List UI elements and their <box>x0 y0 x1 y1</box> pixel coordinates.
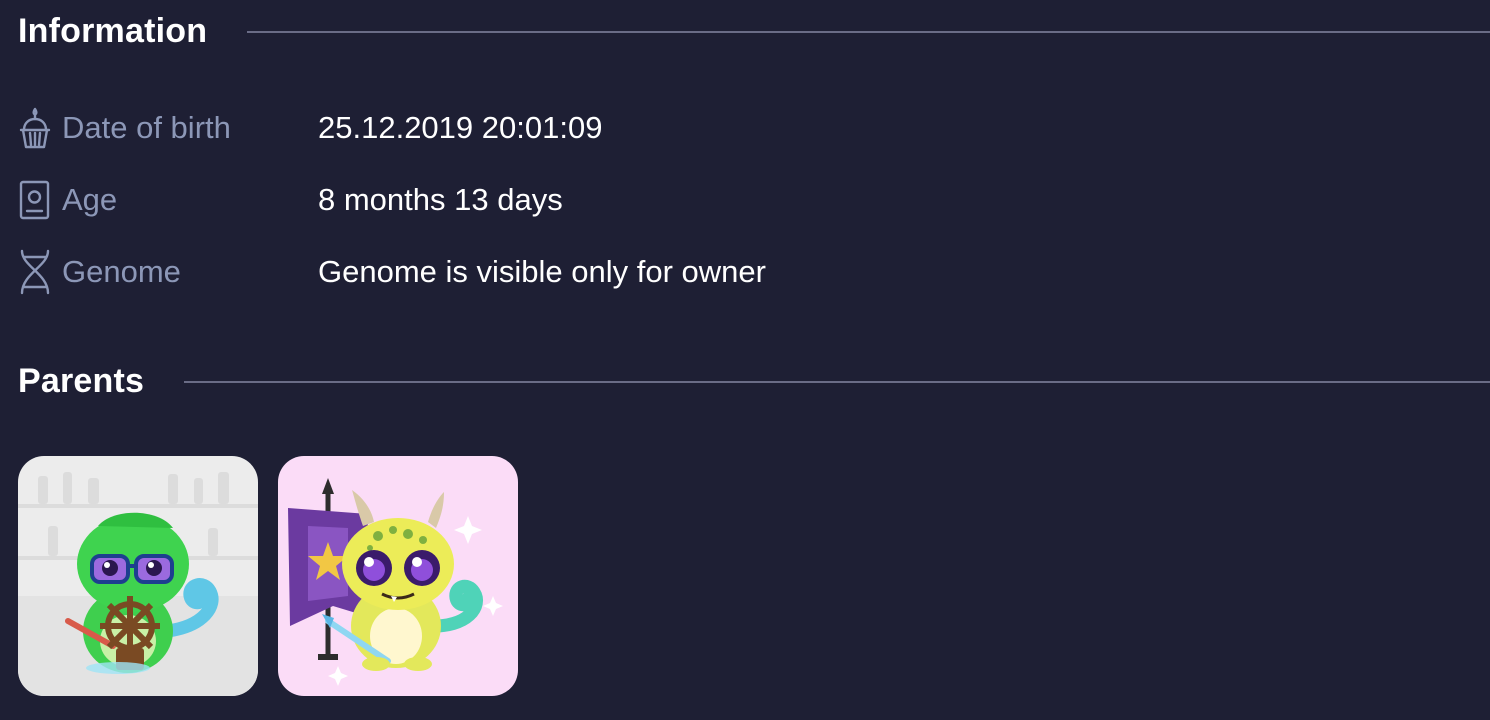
parents-list <box>18 456 518 696</box>
info-label: Genome <box>18 248 318 296</box>
parent-card-1[interactable] <box>18 456 258 696</box>
parent-card-2[interactable] <box>278 456 518 696</box>
parents-title: Parents <box>18 362 145 400</box>
age-value: 8 months 13 days <box>318 182 563 217</box>
info-label-text: Age <box>62 182 118 217</box>
info-row-genome: Genome Genome is visible only for owner <box>18 236 766 308</box>
information-section-header: Information <box>18 12 1490 51</box>
info-list: Date of birth 25.12.2019 20:01:09 Age 8 … <box>18 92 766 308</box>
info-row-date-of-birth: Date of birth 25.12.2019 20:01:09 <box>18 92 766 164</box>
info-row-age: Age 8 months 13 days <box>18 164 766 236</box>
chameleon-helm-avatar-icon <box>18 456 258 696</box>
genome-value: Genome is visible only for owner <box>318 254 766 289</box>
info-label: Date of birth <box>18 104 318 152</box>
page: Information Date of birth 25.12.2019 20:… <box>0 0 1490 720</box>
chameleon-banner-avatar-icon <box>278 456 518 696</box>
info-label: Age <box>18 176 318 224</box>
date-of-birth-value: 25.12.2019 20:01:09 <box>318 110 603 145</box>
section-divider <box>184 380 1490 383</box>
dna-icon <box>18 248 52 296</box>
info-label-text: Genome <box>62 254 181 289</box>
section-divider <box>247 30 1490 33</box>
id-card-icon <box>18 176 52 224</box>
information-title: Information <box>18 12 208 50</box>
parents-section-header: Parents <box>18 362 1490 401</box>
cupcake-icon <box>18 104 52 152</box>
info-label-text: Date of birth <box>62 110 231 145</box>
